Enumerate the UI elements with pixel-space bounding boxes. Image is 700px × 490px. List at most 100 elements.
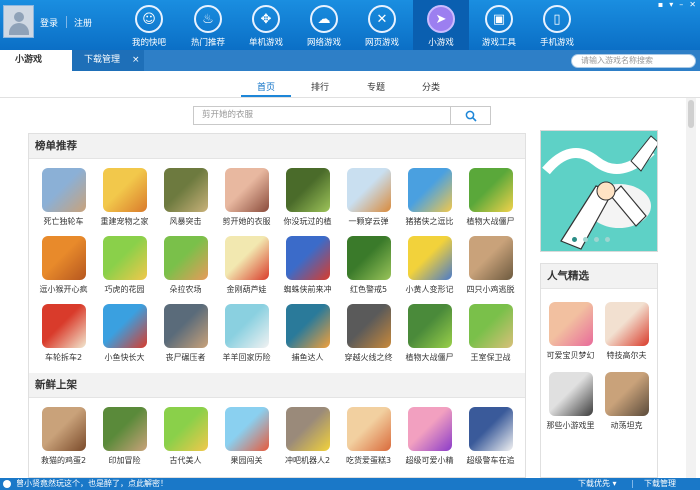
game-thumbnail[interactable] [286, 168, 330, 212]
game-title[interactable]: 果园闯关 [213, 455, 280, 466]
avatar[interactable] [3, 5, 34, 38]
banner-dot[interactable] [583, 237, 588, 242]
game-tile[interactable]: 吃货爱蛋糕3 [341, 407, 396, 469]
game-thumbnail[interactable] [42, 168, 86, 212]
tab-minigames[interactable]: 小游戏 [0, 50, 72, 71]
game-tile[interactable]: 印加冒险 [97, 407, 152, 469]
game-tile[interactable]: 救猫的鸡蛋2 [36, 407, 91, 469]
main-search-input[interactable]: 剪开她的衣服 [193, 106, 451, 125]
game-title[interactable]: 冲吧机器人2 [274, 455, 341, 466]
game-thumbnail[interactable] [103, 236, 147, 280]
game-title[interactable]: 救猫的鸡蛋2 [30, 455, 97, 466]
game-tile[interactable]: 植物大战僵尸 [402, 304, 457, 366]
game-thumbnail[interactable] [549, 302, 593, 346]
game-tile[interactable]: 羊羊回家历险 [219, 304, 274, 366]
game-title[interactable]: 印加冒险 [91, 455, 158, 466]
game-title[interactable]: 你没玩过的植 [274, 216, 341, 227]
game-tile[interactable]: 超级可爱小精 [402, 407, 457, 469]
game-thumbnail[interactable] [225, 168, 269, 212]
game-thumbnail[interactable] [469, 304, 513, 348]
search-button[interactable] [451, 106, 491, 125]
promo-banner[interactable] [540, 130, 658, 252]
game-title[interactable]: 剪开她的衣服 [213, 216, 280, 227]
game-title[interactable]: 超级警车在追 [457, 455, 524, 466]
tab-close-icon[interactable]: × [132, 50, 140, 71]
game-title[interactable]: 吃货爱蛋糕3 [335, 455, 402, 466]
game-title[interactable]: 车轮拆车2 [30, 352, 97, 363]
game-tile[interactable]: 古代美人 [158, 407, 213, 469]
game-thumbnail[interactable] [42, 407, 86, 451]
game-tile[interactable]: 四只小鸡逃脱 [463, 236, 518, 298]
game-thumbnail[interactable] [469, 236, 513, 280]
game-thumbnail[interactable] [286, 236, 330, 280]
game-thumbnail[interactable] [103, 407, 147, 451]
game-thumbnail[interactable] [164, 304, 208, 348]
game-title[interactable]: 金刚葫芦娃 [213, 284, 280, 295]
game-title[interactable]: 死亡独轮车 [30, 216, 97, 227]
game-tile[interactable]: 一颗穿云弹 [341, 168, 396, 230]
game-tile[interactable]: 丧尸碾压者 [158, 304, 213, 366]
nav-item-mobile-phone[interactable]: ▯ 手机游戏 [529, 0, 585, 50]
game-thumbnail[interactable] [286, 304, 330, 348]
game-title[interactable]: 一颗穿云弹 [335, 216, 402, 227]
game-thumbnail[interactable] [103, 168, 147, 212]
menu-icon[interactable]: ▾ [669, 0, 673, 10]
minimize-icon[interactable]: – [679, 0, 683, 10]
register-link[interactable]: 注册 [74, 16, 92, 29]
game-title[interactable]: 植物大战僵尸 [457, 216, 524, 227]
game-title[interactable]: 巧虎的花园 [91, 284, 158, 295]
game-tile[interactable]: 死亡独轮车 [36, 168, 91, 230]
game-tile[interactable]: 朵拉农场 [158, 236, 213, 298]
banner-dot[interactable] [605, 237, 610, 242]
game-title[interactable]: 古代美人 [152, 455, 219, 466]
game-thumbnail[interactable] [42, 236, 86, 280]
game-tile[interactable]: 果园闯关 [219, 407, 274, 469]
banner-dot[interactable] [572, 237, 577, 242]
game-tile[interactable]: 穿越火线之终 [341, 304, 396, 366]
game-title[interactable]: 蜘蛛侠前来冲 [274, 284, 341, 295]
game-title[interactable]: 王室保卫战 [457, 352, 524, 363]
close-icon[interactable]: ✕ [689, 0, 696, 10]
game-tile[interactable]: 捕鱼达人 [280, 304, 335, 366]
nav-item-toolbox[interactable]: ▣ 游戏工具 [471, 0, 527, 50]
game-title[interactable]: 红色警戒5 [335, 284, 402, 295]
game-title[interactable]: 丧尸碾压者 [152, 352, 219, 363]
game-tile[interactable]: 植物大战僵尸 [463, 168, 518, 230]
nav-item-cloud[interactable]: ☁ 网络游戏 [296, 0, 352, 50]
game-thumbnail[interactable] [469, 407, 513, 451]
game-tile[interactable]: 蜘蛛侠前来冲 [280, 236, 335, 298]
game-thumbnail[interactable] [408, 236, 452, 280]
game-thumbnail[interactable] [164, 407, 208, 451]
game-thumbnail[interactable] [164, 236, 208, 280]
subtab-topics[interactable]: 专题 [356, 80, 396, 93]
tab-download-manager[interactable]: 下载管理 × [72, 50, 144, 71]
game-thumbnail[interactable] [225, 304, 269, 348]
game-tile[interactable]: 逗小猴开心疯 [36, 236, 91, 298]
game-tile[interactable]: 你没玩过的植 [280, 168, 335, 230]
game-tile[interactable]: 冲吧机器人2 [280, 407, 335, 469]
game-title[interactable]: 特技高尔夫 [593, 350, 660, 361]
login-link[interactable]: 登录 [40, 16, 58, 29]
game-title[interactable]: 羊羊回家历险 [213, 352, 280, 363]
nav-item-flame[interactable]: ♨ 热门推荐 [180, 0, 236, 50]
game-thumbnail[interactable] [103, 304, 147, 348]
game-title[interactable]: 穿越火线之终 [335, 352, 402, 363]
game-tile[interactable]: 可爱宝贝梦幻 [543, 302, 598, 364]
game-thumbnail[interactable] [347, 236, 391, 280]
game-title[interactable]: 小黄人变形记 [396, 284, 463, 295]
game-tile[interactable]: 猪猪侠之逗比 [402, 168, 457, 230]
game-tile[interactable]: 小鱼快长大 [97, 304, 152, 366]
game-thumbnail[interactable] [286, 407, 330, 451]
game-thumbnail[interactable] [225, 236, 269, 280]
download-manager-link[interactable]: 下载管理 [644, 478, 676, 490]
game-title[interactable]: 逗小猴开心疯 [30, 284, 97, 295]
download-priority-dropdown[interactable]: 下载优先 ▾ [578, 478, 617, 490]
status-message-link[interactable]: 曾小贤竟然玩这个，也是醉了，点此解密！ [16, 478, 168, 490]
game-thumbnail[interactable] [225, 407, 269, 451]
game-title[interactable]: 动荡坦克 [593, 420, 660, 431]
game-title[interactable]: 猪猪侠之逗比 [396, 216, 463, 227]
game-tile[interactable]: 剪开她的衣服 [219, 168, 274, 230]
game-tile[interactable]: 小黄人变形记 [402, 236, 457, 298]
subtab-categories[interactable]: 分类 [411, 80, 451, 93]
game-title[interactable]: 重建宠物之家 [91, 216, 158, 227]
